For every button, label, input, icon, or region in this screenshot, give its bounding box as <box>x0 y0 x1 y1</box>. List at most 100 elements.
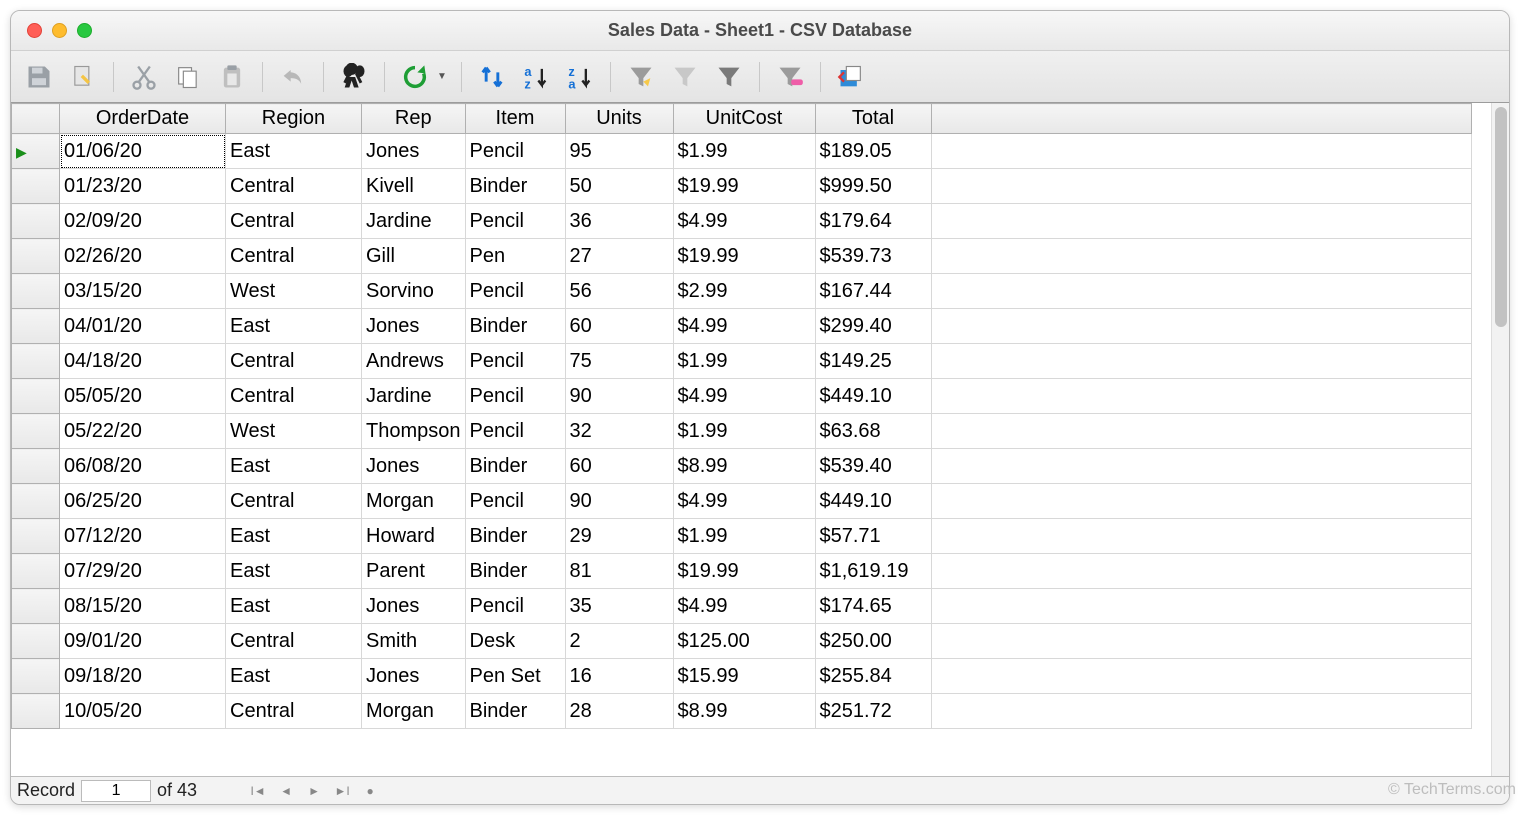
cell[interactable]: $8.99 <box>673 694 815 729</box>
cell[interactable]: Pencil <box>465 484 565 519</box>
table-row[interactable]: 08/15/20EastJonesPencil35$4.99$174.65 <box>12 589 1472 624</box>
cell[interactable]: Morgan <box>362 484 466 519</box>
row-header[interactable] <box>12 449 60 484</box>
cell[interactable]: Pencil <box>465 379 565 414</box>
column-header-rep[interactable]: Rep <box>362 104 466 134</box>
cell[interactable]: $1.99 <box>673 134 815 169</box>
table-row[interactable]: 04/18/20CentralAndrewsPencil75$1.99$149.… <box>12 344 1472 379</box>
cell[interactable]: Central <box>226 239 362 274</box>
edit-button[interactable] <box>63 57 103 97</box>
cell[interactable]: 90 <box>565 379 673 414</box>
cell[interactable]: Binder <box>465 449 565 484</box>
refresh-button[interactable] <box>395 57 435 97</box>
table-row[interactable]: 07/12/20EastHowardBinder29$1.99$57.71 <box>12 519 1472 554</box>
cell[interactable]: 27 <box>565 239 673 274</box>
table-row[interactable]: 07/29/20EastParentBinder81$19.99$1,619.1… <box>12 554 1472 589</box>
row-header[interactable] <box>12 274 60 309</box>
cell[interactable]: $449.10 <box>815 379 931 414</box>
cell[interactable]: 75 <box>565 344 673 379</box>
cell[interactable]: $167.44 <box>815 274 931 309</box>
row-header[interactable] <box>12 239 60 274</box>
row-header[interactable] <box>12 344 60 379</box>
cell[interactable]: $15.99 <box>673 659 815 694</box>
cell[interactable]: Pencil <box>465 589 565 624</box>
remove-filter-button[interactable] <box>770 57 810 97</box>
cell[interactable]: $19.99 <box>673 554 815 589</box>
cell[interactable]: Smith <box>362 624 466 659</box>
cell[interactable]: Morgan <box>362 694 466 729</box>
cell[interactable]: $999.50 <box>815 169 931 204</box>
cell[interactable]: $4.99 <box>673 484 815 519</box>
standard-filter-button[interactable] <box>709 57 749 97</box>
cell[interactable]: Jones <box>362 449 466 484</box>
cell[interactable]: $125.00 <box>673 624 815 659</box>
cell[interactable]: Pencil <box>465 204 565 239</box>
cut-button[interactable] <box>124 57 164 97</box>
minimize-window-button[interactable] <box>52 23 67 38</box>
cell[interactable]: 04/01/20 <box>60 309 226 344</box>
cell[interactable]: Andrews <box>362 344 466 379</box>
cell[interactable]: 03/15/20 <box>60 274 226 309</box>
cell[interactable]: Central <box>226 204 362 239</box>
row-header[interactable] <box>12 554 60 589</box>
cell[interactable]: Pen Set <box>465 659 565 694</box>
cell[interactable]: Central <box>226 169 362 204</box>
cell[interactable]: 07/12/20 <box>60 519 226 554</box>
column-header-region[interactable]: Region <box>226 104 362 134</box>
cell[interactable]: Binder <box>465 169 565 204</box>
column-header-units[interactable]: Units <box>565 104 673 134</box>
new-record-button[interactable]: ● <box>357 780 383 802</box>
cell[interactable]: Pencil <box>465 414 565 449</box>
cell[interactable]: 08/15/20 <box>60 589 226 624</box>
last-record-button[interactable]: ►I <box>329 780 355 802</box>
cell[interactable]: 01/06/20 <box>60 134 226 169</box>
save-button[interactable] <box>19 57 59 97</box>
cell[interactable]: East <box>226 554 362 589</box>
cell[interactable]: Pencil <box>465 344 565 379</box>
cell[interactable]: 29 <box>565 519 673 554</box>
cell[interactable]: Central <box>226 694 362 729</box>
cell[interactable]: West <box>226 414 362 449</box>
sort-desc-button[interactable]: za <box>560 57 600 97</box>
cell[interactable]: Binder <box>465 309 565 344</box>
cell[interactable]: Thompson <box>362 414 466 449</box>
cell[interactable]: Jones <box>362 659 466 694</box>
row-header[interactable] <box>12 309 60 344</box>
cell[interactable]: 95 <box>565 134 673 169</box>
cell[interactable]: East <box>226 519 362 554</box>
column-header-orderdate[interactable]: OrderDate <box>60 104 226 134</box>
cell[interactable]: 05/22/20 <box>60 414 226 449</box>
cell[interactable]: 02/26/20 <box>60 239 226 274</box>
cell[interactable]: 07/29/20 <box>60 554 226 589</box>
cell[interactable]: Kivell <box>362 169 466 204</box>
cell[interactable]: Jardine <box>362 204 466 239</box>
table-row[interactable]: 04/01/20EastJonesBinder60$4.99$299.40 <box>12 309 1472 344</box>
record-number-input[interactable] <box>81 780 151 802</box>
cell[interactable]: Pen <box>465 239 565 274</box>
row-header[interactable] <box>12 414 60 449</box>
prev-record-button[interactable]: ◄ <box>273 780 299 802</box>
cell[interactable]: Jones <box>362 589 466 624</box>
close-window-button[interactable] <box>27 23 42 38</box>
table-row[interactable]: 09/01/20CentralSmithDesk2$125.00$250.00 <box>12 624 1472 659</box>
zoom-window-button[interactable] <box>77 23 92 38</box>
cell[interactable]: Pencil <box>465 134 565 169</box>
cell[interactable]: 10/05/20 <box>60 694 226 729</box>
table-row[interactable]: 05/22/20WestThompsonPencil32$1.99$63.68 <box>12 414 1472 449</box>
cell[interactable]: $4.99 <box>673 379 815 414</box>
paste-button[interactable] <box>212 57 252 97</box>
cell[interactable]: $149.25 <box>815 344 931 379</box>
cell[interactable]: West <box>226 274 362 309</box>
cell[interactable]: 04/18/20 <box>60 344 226 379</box>
table-row[interactable]: 06/25/20CentralMorganPencil90$4.99$449.1… <box>12 484 1472 519</box>
cell[interactable]: Pencil <box>465 274 565 309</box>
cell[interactable]: 09/01/20 <box>60 624 226 659</box>
cell[interactable]: $299.40 <box>815 309 931 344</box>
table-row[interactable]: 06/08/20EastJonesBinder60$8.99$539.40 <box>12 449 1472 484</box>
cell[interactable]: $449.10 <box>815 484 931 519</box>
refresh-dropdown-icon[interactable]: ▼ <box>437 71 447 82</box>
table-row[interactable]: 03/15/20WestSorvinoPencil56$2.99$167.44 <box>12 274 1472 309</box>
autofilter-button[interactable] <box>621 57 661 97</box>
cell[interactable]: $2.99 <box>673 274 815 309</box>
row-header[interactable] <box>12 379 60 414</box>
